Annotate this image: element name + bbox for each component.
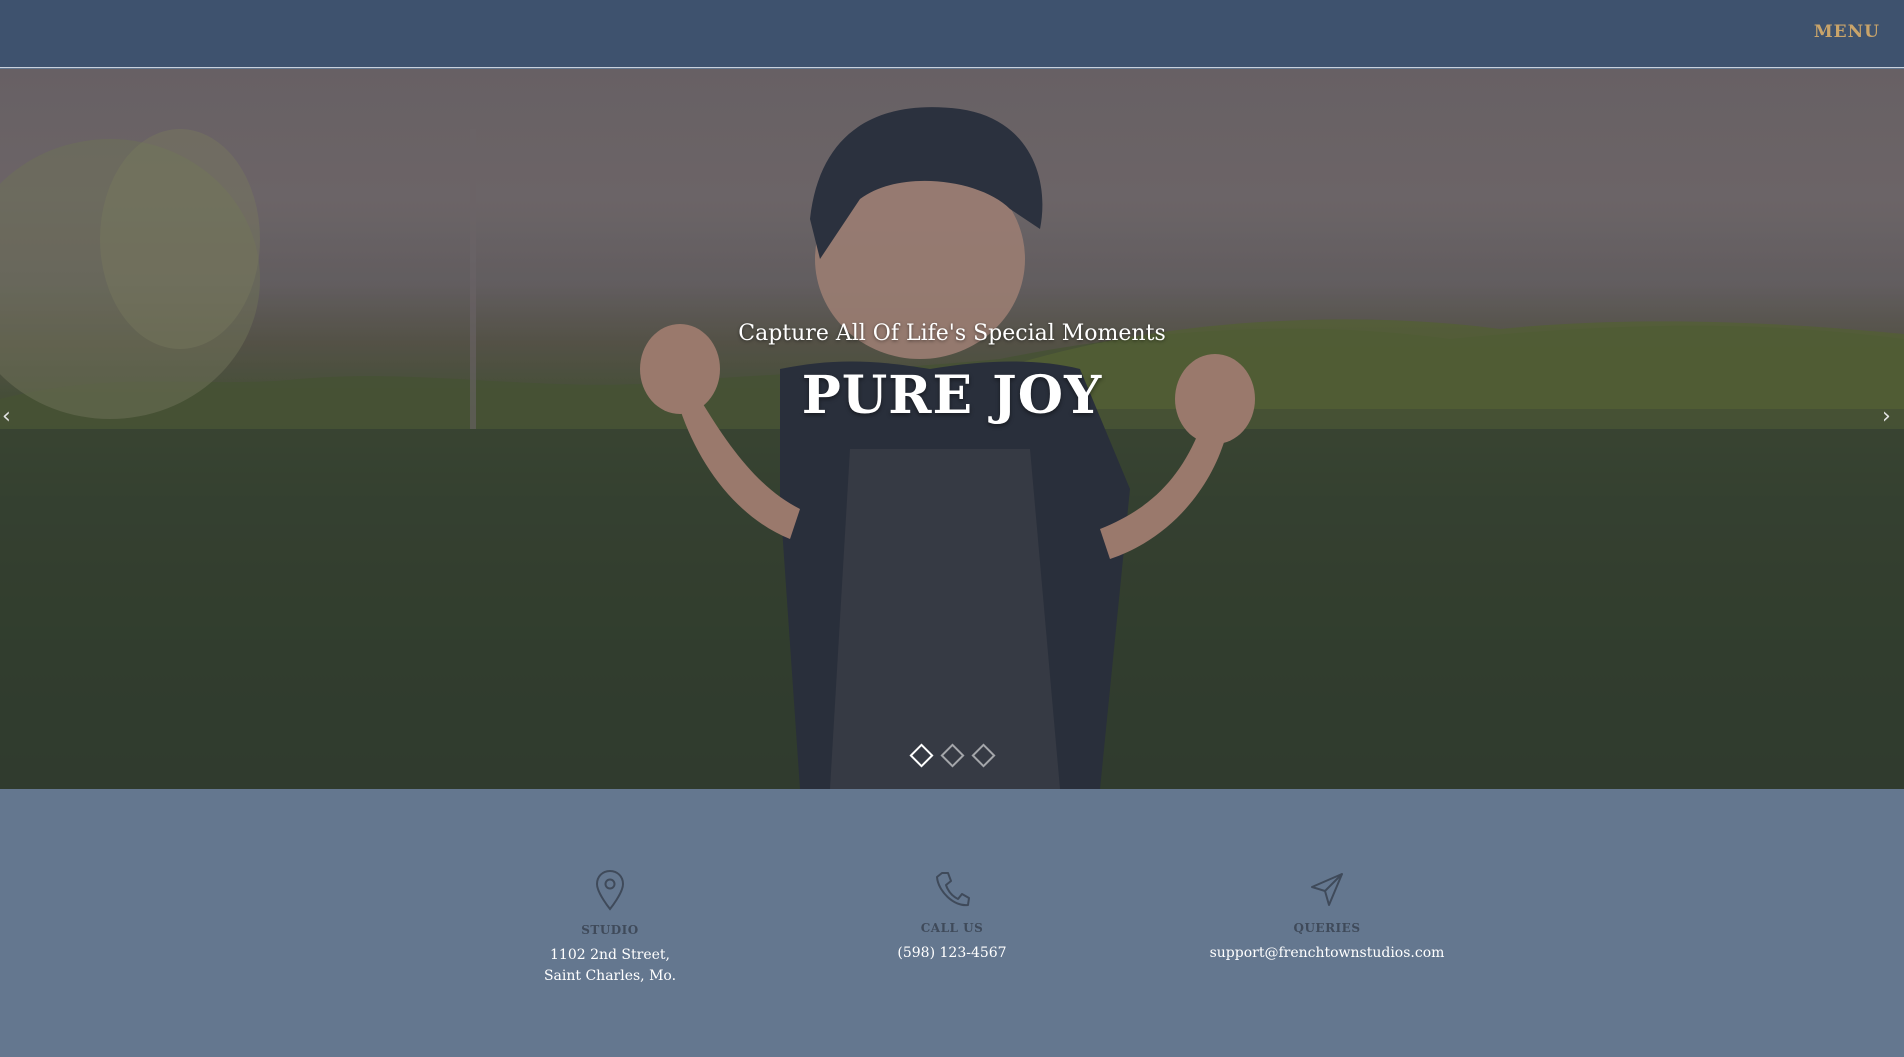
support-email[interactable]: support@frenchtownstudios.com — [1174, 943, 1480, 964]
chevron-right-icon: › — [1882, 404, 1891, 429]
slide-dot-2[interactable] — [939, 743, 965, 768]
queries-info: QUERIES support@frenchtownstudios.com — [1174, 869, 1480, 964]
contact-info-section: STUDIO 1102 2nd Street, Saint Charles, M… — [0, 789, 1904, 1057]
studio-label: STUDIO — [581, 923, 639, 937]
studio-address: 1102 2nd Street, Saint Charles, Mo. — [543, 947, 677, 984]
call-info: CALL US (598) 123-4567 — [832, 869, 1072, 964]
hero-subtitle: Capture All Of Life's Special Moments — [738, 321, 1166, 346]
phone-number[interactable]: (598) 123-4567 — [832, 943, 1072, 964]
slide-dot-1[interactable] — [908, 743, 934, 768]
map-pin-icon — [595, 869, 625, 911]
chevron-left-icon: ‹ — [2, 404, 11, 429]
phone-icon — [936, 872, 970, 907]
hero-title: PURE JOY — [801, 365, 1103, 426]
call-label: CALL US — [920, 921, 984, 935]
slide-indicators — [0, 743, 1904, 768]
hero-slider: Capture All Of Life's Special Moments PU… — [0, 69, 1904, 789]
slide-dot-3[interactable] — [970, 743, 996, 768]
top-navbar: MENU — [0, 0, 1904, 68]
queries-label: QUERIES — [1293, 921, 1361, 935]
prev-slide-button[interactable]: ‹ — [2, 405, 22, 429]
menu-button[interactable]: MENU — [1814, 22, 1880, 42]
studio-info: STUDIO 1102 2nd Street, Saint Charles, M… — [490, 869, 730, 987]
next-slide-button[interactable]: › — [1882, 405, 1902, 429]
paper-plane-icon — [1311, 873, 1343, 906]
hero-overlay — [0, 69, 1904, 789]
